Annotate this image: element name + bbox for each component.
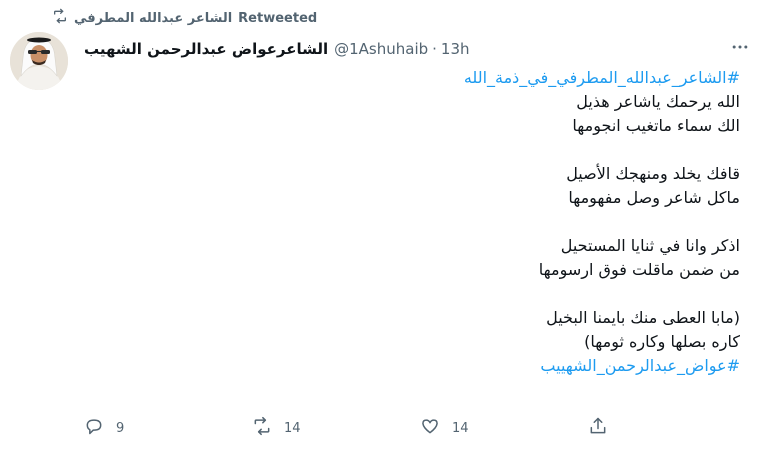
hashtag-link[interactable]: #عواض_عبدالرحمن_الشهييب [84,354,740,378]
heart-icon [420,416,440,440]
separator-dot: · [432,40,437,58]
more-icon[interactable] [730,37,750,61]
retweet-banner-icon [52,8,68,28]
retweet-count: 14 [284,420,301,436]
reply-icon [84,416,104,440]
retweet-banner[interactable]: الشاعر عبدالله المطرفي Retweeted [52,8,317,28]
poem-line: قافك يخلد ومنهجك الأصيل [566,164,740,183]
poem-line: (مابا العطى منك بايمنا البخيل [546,308,740,327]
poem-line: الك سماء ماتغيب انجومها [572,116,740,135]
retweet-icon [252,416,272,440]
share-icon [588,416,608,440]
tweet-actions: 9 14 14 [84,416,648,440]
retweeter-name[interactable]: الشاعر عبدالله المطرفي [74,11,232,26]
like-button[interactable]: 14 [420,416,480,440]
poem-line: ماكل شاعر وصل مفهومها [568,188,740,207]
tweet-body: #الشاعر_عبدالله_المطرفي_في_ذمة_الله الله… [84,66,740,378]
reply-button[interactable]: 9 [84,416,144,440]
author-name[interactable]: الشاعرعواض عبدالرحمن الشهيب [84,40,328,58]
retweet-button[interactable]: 14 [252,416,312,440]
poem-line: الله يرحمك ياشاعر هذيل [576,92,740,111]
share-button[interactable] [588,416,648,440]
poem-line: اذكر وانا في ثنايا المستحيل [560,236,740,255]
poem-line: كاره بصلها وكاره ثومها) [584,332,740,351]
author-handle[interactable]: @1Ashuhaib [334,40,428,58]
author-avatar[interactable] [10,32,68,90]
tweet-time[interactable]: 13h [441,40,470,58]
hashtag-link[interactable]: #الشاعر_عبدالله_المطرفي_في_ذمة_الله [84,66,740,90]
retweeted-label: Retweeted [238,10,318,26]
like-count: 14 [452,420,469,436]
reply-count: 9 [116,420,125,436]
poem-line: من ضمن ماقلت فوق ارسومها [538,260,740,279]
tweet-header: الشاعرعواض عبدالرحمن الشهيب @1Ashuhaib ·… [84,37,750,61]
